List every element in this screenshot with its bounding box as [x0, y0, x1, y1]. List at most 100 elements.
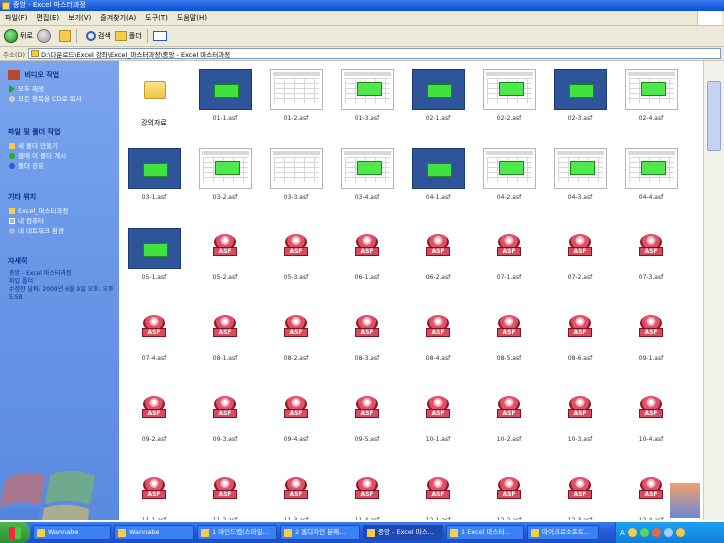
file-item[interactable]: 03-4.asf: [332, 140, 402, 220]
tray-icon[interactable]: [639, 528, 649, 537]
other-places-title[interactable]: 기타 위치: [8, 192, 115, 202]
file-item[interactable]: ASF 10-3.asf: [545, 382, 615, 462]
file-item[interactable]: ASF 09-3.asf: [190, 382, 260, 462]
file-name-label: 09-3.asf: [212, 436, 238, 443]
back-button[interactable]: 뒤로: [4, 29, 33, 43]
tray-icon[interactable]: [627, 528, 637, 537]
vertical-scrollbar[interactable]: [703, 61, 724, 520]
details-title[interactable]: 자세히: [8, 256, 115, 266]
share-folder-link[interactable]: 폴더 공유: [9, 161, 115, 171]
file-tasks-title[interactable]: 파일 및 폴더 작업: [8, 127, 115, 137]
my-computer-link[interactable]: 내 컴퓨터: [9, 216, 115, 226]
file-item[interactable]: ASF 08-3.asf: [332, 301, 402, 381]
taskbar-item[interactable]: 1 Excel 마스터...: [446, 525, 524, 540]
file-item[interactable]: 04-1.asf: [403, 140, 473, 220]
file-item[interactable]: 02-2.asf: [474, 61, 544, 141]
taskbar-item[interactable]: 1 마인드맵(스마일...: [197, 525, 277, 540]
file-item[interactable]: ASF 08-1.asf: [190, 301, 260, 381]
publish-web-link[interactable]: 웹에 이 폴더 게시: [9, 151, 115, 161]
menu-edit[interactable]: 편집(E): [36, 13, 59, 23]
file-item[interactable]: ASF 08-2.asf: [261, 301, 331, 381]
file-item[interactable]: 03-1.asf: [119, 140, 189, 220]
taskbar-item[interactable]: Wannabe: [114, 525, 194, 540]
app-icon: [450, 528, 458, 537]
file-item[interactable]: ASF 07-3.asf: [616, 220, 686, 300]
copy-to-cd-link[interactable]: 모든 항목을 CD로 복사: [9, 94, 115, 104]
file-item[interactable]: ASF 08-4.asf: [403, 301, 473, 381]
file-item[interactable]: ASF 05-2.asf: [190, 220, 260, 300]
search-button[interactable]: 검색: [85, 31, 111, 41]
address-input[interactable]: D:\다운로드\Excel 강좌\Excel_마스터과정\중앙 - Excel …: [28, 48, 721, 59]
file-item[interactable]: ASF 07-1.asf: [474, 220, 544, 300]
file-item[interactable]: ASF 06-1.asf: [332, 220, 402, 300]
file-item[interactable]: ASF 11-2.asf: [190, 463, 260, 520]
folders-button[interactable]: 폴더: [114, 31, 142, 41]
menu-tools[interactable]: 도구(T): [145, 13, 168, 23]
tray-icon[interactable]: [675, 528, 685, 537]
file-item[interactable]: 01-2.asf: [261, 61, 331, 141]
file-item[interactable]: ASF 12-2.asf: [474, 463, 544, 520]
folder-item[interactable]: 강의자료: [119, 61, 189, 141]
file-item[interactable]: 04-3.asf: [545, 140, 615, 220]
menu-favorites[interactable]: 즐겨찾기(A): [100, 13, 136, 23]
scrollbar-thumb[interactable]: [707, 81, 721, 151]
file-item[interactable]: ASF 09-5.asf: [332, 382, 402, 462]
tray-icon[interactable]: [663, 528, 673, 537]
folder-icon: [2, 1, 10, 10]
file-item[interactable]: ASF 09-1.asf: [616, 301, 686, 381]
file-item[interactable]: 04-4.asf: [616, 140, 686, 220]
folders-label: 폴더: [128, 32, 142, 40]
video-icon: [8, 70, 20, 80]
file-item[interactable]: ASF 10-1.asf: [403, 382, 473, 462]
file-item[interactable]: ASF 12-3.asf: [545, 463, 615, 520]
file-item[interactable]: 02-4.asf: [616, 61, 686, 141]
up-folder-icon[interactable]: [58, 30, 71, 42]
folder-icon: [9, 208, 15, 214]
menu-help[interactable]: 도움말(H): [177, 13, 207, 23]
file-item[interactable]: ASF 11-3.asf: [261, 463, 331, 520]
file-item[interactable]: 03-2.asf: [190, 140, 260, 220]
new-folder-link[interactable]: 새 폴더 만들기: [9, 141, 115, 151]
asf-file-icon: ASF: [284, 396, 308, 422]
video-tasks-title[interactable]: 비디오 작업: [24, 71, 59, 79]
file-item[interactable]: 03-3.asf: [261, 140, 331, 220]
file-item[interactable]: 02-3.asf: [545, 61, 615, 141]
tray-icon[interactable]: [651, 528, 661, 537]
file-item[interactable]: 01-3.asf: [332, 61, 402, 141]
file-item[interactable]: ASF 09-4.asf: [261, 382, 331, 462]
video-thumbnail: [128, 228, 181, 269]
views-icon[interactable]: [152, 31, 167, 41]
file-item[interactable]: ASF 08-6.asf: [545, 301, 615, 381]
file-item[interactable]: ASF 08-5.asf: [474, 301, 544, 381]
forward-button[interactable]: [36, 29, 53, 43]
file-item[interactable]: 01-1.asf: [190, 61, 260, 141]
start-button[interactable]: [0, 522, 30, 543]
file-item[interactable]: ASF 07-4.asf: [119, 301, 189, 381]
file-item[interactable]: 02-1.asf: [403, 61, 473, 141]
windows-logo-icon: [697, 11, 722, 25]
file-item[interactable]: 04-2.asf: [474, 140, 544, 220]
taskbar-item[interactable]: 2 홈디자인 분해...: [280, 525, 360, 540]
file-item[interactable]: ASF 09-2.asf: [119, 382, 189, 462]
file-item[interactable]: 05-1.asf: [119, 220, 189, 300]
taskbar-item[interactable]: Wannabe: [33, 525, 111, 540]
taskbar-item[interactable]: 마이크로소프트...: [527, 525, 599, 540]
file-item[interactable]: ASF 06-2.asf: [403, 220, 473, 300]
taskbar-item-active[interactable]: 중앙 - Excel 마스...: [363, 525, 443, 540]
toolbar: 뒤로 검색 폴더: [0, 26, 724, 47]
asf-file-icon: ASF: [568, 396, 592, 422]
file-item[interactable]: ASF 10-4.asf: [616, 382, 686, 462]
menu-file[interactable]: 파일(F): [5, 13, 27, 23]
file-item[interactable]: ASF 11-4.asf: [332, 463, 402, 520]
my-network-link[interactable]: 내 네트워크 환경: [9, 226, 115, 236]
file-item[interactable]: ASF 05-3.asf: [261, 220, 331, 300]
file-item[interactable]: ASF 12-1.asf: [403, 463, 473, 520]
file-item[interactable]: ASF 07-2.asf: [545, 220, 615, 300]
parent-folder-link[interactable]: Excel_마스터과정: [9, 206, 115, 216]
menu-view[interactable]: 보기(V): [68, 13, 91, 23]
play-icon: [9, 85, 15, 93]
language-indicator[interactable]: A: [620, 529, 625, 537]
play-all-link[interactable]: 모두 재생: [9, 84, 115, 94]
file-item[interactable]: ASF 11-1.asf: [119, 463, 189, 520]
file-item[interactable]: ASF 10-2.asf: [474, 382, 544, 462]
